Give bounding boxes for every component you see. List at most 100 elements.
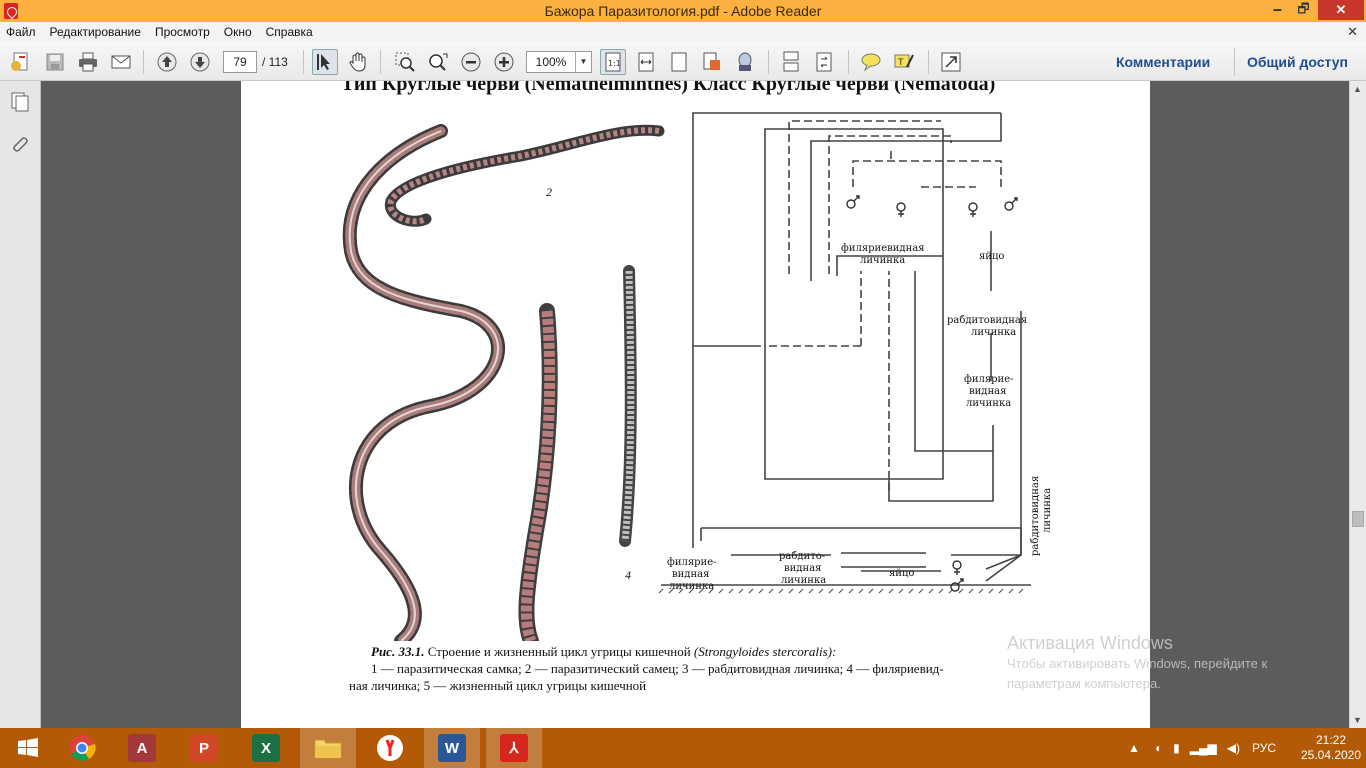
- label-filariform-bottom-3: личинка: [669, 581, 714, 592]
- comment-icon[interactable]: [858, 49, 884, 75]
- select-tool-icon[interactable]: [312, 49, 338, 75]
- full-screen-icon[interactable]: [938, 49, 964, 75]
- figure-number-1: 1: [453, 640, 459, 641]
- label-egg-bottom: яйцо: [889, 568, 914, 579]
- marquee-zoom-icon[interactable]: [392, 49, 418, 75]
- scroll-down-icon[interactable]: ▼: [1353, 715, 1362, 725]
- label-rhabditiform-right-2: личинка: [971, 327, 1016, 338]
- caption-legend-line-1: 1 — паразитическая самка; 2 — паразитиче…: [371, 661, 944, 676]
- taskbar-powerpoint[interactable]: P: [176, 728, 232, 768]
- svg-text:T: T: [897, 58, 904, 68]
- document-viewport[interactable]: Тип Круглые черви (Nemathelminthes) Клас…: [41, 81, 1349, 728]
- next-page-icon[interactable]: [187, 49, 213, 75]
- chevron-down-icon[interactable]: ▼: [575, 52, 591, 72]
- dynamic-zoom-icon[interactable]: [425, 49, 451, 75]
- vertical-scrollbar[interactable]: ▲ ▼: [1349, 81, 1366, 728]
- taskbar-acrobat[interactable]: ⅄: [486, 728, 542, 768]
- zoom-select[interactable]: 100% ▼: [526, 51, 592, 73]
- label-rhabditiform-right-1: рабдитовидная: [947, 315, 1027, 326]
- actual-size-icon[interactable]: 1:1: [600, 49, 626, 75]
- page-number-input[interactable]: 79: [223, 51, 257, 73]
- parasitic-male-drawing: [384, 124, 665, 227]
- menu-bar: Файл Редактирование Просмотр Окно Справк…: [0, 22, 1366, 42]
- close-document-button[interactable]: ✕: [1347, 24, 1358, 40]
- minimize-button[interactable]: 🗕: [1264, 0, 1291, 20]
- access-icon: A: [128, 734, 156, 762]
- figure-number-4: 4: [625, 568, 631, 582]
- fit-width-icon[interactable]: [633, 49, 659, 75]
- taskbar-explorer[interactable]: [300, 728, 356, 768]
- scroll-up-icon[interactable]: ▲: [1353, 84, 1362, 94]
- taskbar-chrome[interactable]: [54, 728, 110, 768]
- maximize-button[interactable]: 🗗: [1290, 0, 1317, 20]
- acrobat-icon: ⅄: [500, 734, 528, 762]
- figure-caption: Рис. 33.1. Строение и жизненный цикл угр…: [349, 643, 1039, 694]
- navigation-panel: [0, 81, 41, 728]
- windows-logo-icon: [18, 738, 38, 757]
- pdf-page: Тип Круглые черви (Nemathelminthes) Клас…: [241, 81, 1150, 728]
- parasitic-female-drawing: [342, 124, 505, 641]
- menu-view[interactable]: Просмотр: [155, 25, 210, 39]
- save-icon[interactable]: [42, 49, 68, 75]
- zoom-out-icon[interactable]: [458, 49, 484, 75]
- word-icon: W: [438, 734, 466, 762]
- windows-activation-watermark: Активация Windows Чтобы активировать Win…: [1007, 633, 1327, 694]
- watermark-title: Активация Windows: [1007, 633, 1173, 653]
- label-filariform-bottom-2: видная: [672, 569, 709, 580]
- excel-icon: X: [252, 734, 280, 762]
- read-aloud-icon[interactable]: [732, 49, 758, 75]
- chrome-icon: [69, 735, 96, 761]
- share-link[interactable]: Общий доступ: [1247, 54, 1348, 70]
- scrollbar-thumb[interactable]: [1352, 511, 1364, 527]
- rotate-icon[interactable]: [811, 49, 837, 75]
- taskbar-access[interactable]: A: [114, 728, 170, 768]
- label-rhabditiform-vertical-1: рабдитовидная: [1030, 476, 1041, 556]
- attachments-icon[interactable]: [9, 133, 31, 155]
- show-hidden-icons[interactable]: ▲: [1128, 741, 1140, 755]
- caption-legend-line-2: ная личинка; 5 — жизненный цикл угрицы к…: [349, 678, 647, 693]
- page-total: / 113: [262, 55, 288, 69]
- highlight-icon[interactable]: T: [891, 49, 917, 75]
- taskbar-word[interactable]: W: [424, 728, 480, 768]
- menu-edit[interactable]: Редактирование: [50, 25, 141, 39]
- fit-page-icon[interactable]: [666, 49, 692, 75]
- label-filariform-top-2: личинка: [860, 255, 905, 266]
- label-filariform-top-1: филяриевидная: [841, 243, 925, 254]
- page-thumbnails-icon[interactable]: [9, 91, 31, 113]
- zoom-in-icon[interactable]: [491, 49, 517, 75]
- language-indicator[interactable]: РУС: [1252, 741, 1276, 755]
- system-tray: ▲ ◖ ▮ ▂▄▆ ◀) РУС: [1128, 728, 1276, 768]
- powerpoint-icon: P: [190, 734, 218, 762]
- hand-tool-icon[interactable]: [345, 49, 371, 75]
- figure-number-2: 2: [546, 185, 552, 199]
- battery-icon[interactable]: ▮: [1173, 741, 1180, 755]
- signal-icon[interactable]: ▂▄▆: [1190, 741, 1217, 755]
- network-icon[interactable]: ◖: [1154, 741, 1161, 755]
- zoom-value: 100%: [535, 55, 567, 69]
- label-egg-right: яйцо: [979, 251, 1004, 262]
- volume-icon[interactable]: ◀): [1227, 741, 1240, 755]
- taskbar-yandex[interactable]: [362, 728, 418, 768]
- scroll-mode-icon[interactable]: [778, 49, 804, 75]
- menu-file[interactable]: Файл: [6, 25, 36, 39]
- filariform-larva-drawing: [619, 265, 637, 547]
- comments-link[interactable]: Комментарии: [1116, 54, 1210, 70]
- watermark-line-1: Чтобы активировать Windows, перейдите к: [1007, 656, 1268, 671]
- caption-species: (Strongyloides stercoralis):: [693, 644, 837, 659]
- taskbar-excel[interactable]: X: [238, 728, 294, 768]
- menu-help[interactable]: Справка: [266, 25, 313, 39]
- export-icon[interactable]: [699, 49, 725, 75]
- taskbar: A P X W ⅄ ▲ ◖ ▮ ▂▄▆ ◀) РУС 21:22 25.04.2…: [0, 728, 1366, 768]
- clock[interactable]: 21:22 25.04.2020: [1300, 733, 1362, 763]
- close-button[interactable]: ✕: [1318, 0, 1364, 20]
- label-filariform-bottom-1: филярие-: [667, 557, 717, 568]
- start-button[interactable]: [0, 728, 56, 768]
- menu-window[interactable]: Окно: [224, 25, 252, 39]
- previous-page-icon[interactable]: [154, 49, 180, 75]
- svg-text:1:1: 1:1: [608, 59, 621, 68]
- email-icon[interactable]: [108, 49, 134, 75]
- create-pdf-icon[interactable]: [8, 49, 34, 75]
- figure-illustration: 2 1 3 4 5: [342, 112, 1053, 641]
- print-icon[interactable]: [75, 49, 101, 75]
- yandex-browser-icon: [377, 735, 403, 761]
